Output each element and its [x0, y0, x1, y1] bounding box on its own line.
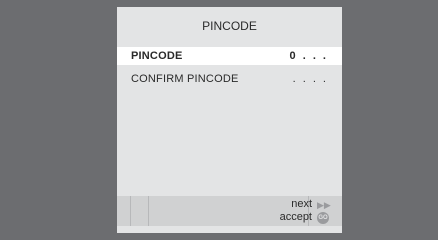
footer-divider — [148, 196, 149, 226]
footer-bar: next ▶▶ accept GO — [117, 196, 342, 226]
fast-forward-icon: ▶▶ — [317, 200, 331, 210]
pincode-field-value: 0 . . . — [289, 50, 328, 62]
confirm-pincode-value: . . . . — [292, 73, 328, 85]
go-icon: GO — [317, 212, 329, 224]
pincode-dialog: PINCODE PINCODE 0 . . . CONFIRM PINCODE … — [117, 7, 342, 233]
pincode-field[interactable]: PINCODE 0 . . . — [117, 47, 342, 65]
confirm-pincode-field[interactable]: CONFIRM PINCODE . . . . — [117, 70, 342, 88]
pincode-field-label: PINCODE — [131, 50, 183, 62]
footer-divider — [130, 196, 131, 226]
accept-hint: accept — [279, 211, 312, 223]
next-hint: next — [291, 198, 312, 210]
confirm-pincode-label: CONFIRM PINCODE — [131, 73, 239, 85]
dialog-title: PINCODE — [202, 19, 257, 33]
